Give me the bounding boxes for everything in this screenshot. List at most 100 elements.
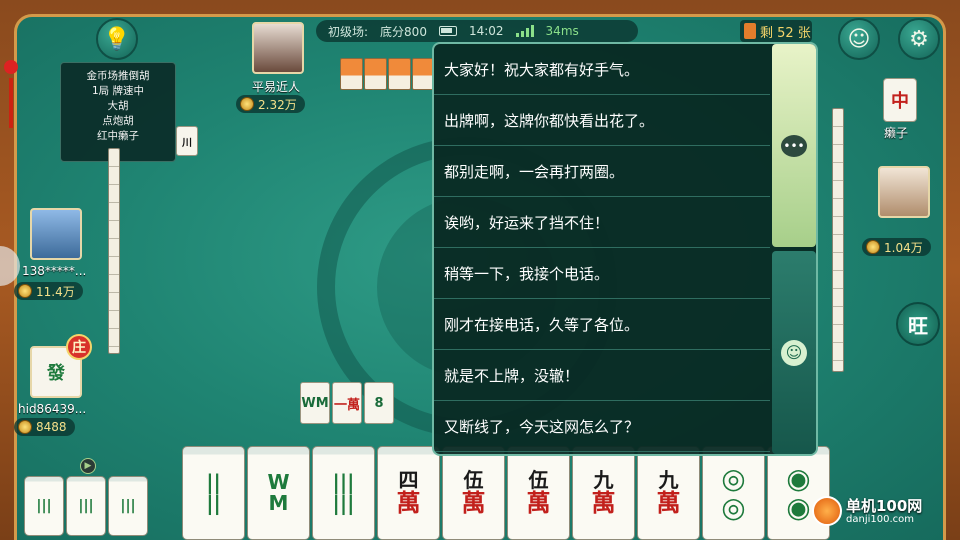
hand-tile-bottom: M <box>268 491 289 515</box>
rules-panel: 金币场推倒胡 1局 牌速中 大胡 点炮胡 红中癞子 <box>60 62 176 162</box>
play-arrow-icon: ▶ <box>80 458 96 474</box>
settings-button[interactable]: ⚙ <box>898 18 940 60</box>
right-wall <box>832 108 844 372</box>
decorative-knot <box>4 60 18 140</box>
quick-chat-item[interactable]: 大家好！祝大家都有好手气。 <box>434 44 770 95</box>
left-wall <box>108 148 120 354</box>
hand-tile-top: 四 <box>398 467 419 492</box>
hand-tile[interactable]: ||| ||| <box>312 446 375 540</box>
base-score: 底分800 <box>380 24 427 39</box>
watermark-url: danji100.com <box>846 513 914 525</box>
right-player-coins-value: 1.04万 <box>884 240 923 255</box>
rule-line: 金币场推倒胡 <box>86 70 150 82</box>
signal-icon <box>515 25 534 37</box>
hand-tile-top: 九 <box>593 467 614 492</box>
hand-tile-top: ◉ <box>786 461 811 495</box>
self-player-coins-value: 8488 <box>36 420 67 434</box>
ping-value: 34ms <box>545 24 579 38</box>
tiles-remaining: 剩 52 张 <box>740 20 812 42</box>
hand-tile-top: ||| <box>332 470 355 494</box>
hand-tile[interactable]: || || <box>182 446 245 540</box>
hint-lightbulb-button[interactable]: 💡 <box>96 18 138 60</box>
hand-tile[interactable]: ◎ ◎ <box>702 446 765 540</box>
tab-phrases[interactable]: ••• <box>772 44 816 247</box>
fa-tile-icon: 發 <box>47 363 65 384</box>
hand-tile-bottom: ◎ <box>721 491 746 524</box>
left-player-coins: 11.4万 <box>14 282 83 300</box>
quick-chat-list: 大家好！祝大家都有好手气。 出牌啊，这牌你都快看出花了。 都别走啊，一会再打两圈。诶… <box>434 44 770 454</box>
hand-tile-bottom: 萬 <box>656 488 681 517</box>
avatar-left-player[interactable] <box>30 208 82 260</box>
right-player-coins: 1.04万 <box>862 238 931 256</box>
lightbulb-icon: 💡 <box>103 26 131 52</box>
hand-tile-top: || <box>206 470 221 494</box>
hand-tile[interactable]: 伍萬 <box>507 446 570 540</box>
top-player-coins-value: 2.32万 <box>258 97 297 112</box>
laizi-label: 癞子 <box>884 126 909 140</box>
self-player-coins: 8488 <box>14 418 75 436</box>
smile-icon: ☺ <box>781 339 807 366</box>
room-info-bar: 初级场: 底分800 14:02 34ms <box>316 20 638 42</box>
quick-chat-item[interactable]: 就是不上牌，没辙！ <box>434 350 770 401</box>
hand-tile-bottom: 萬 <box>526 488 551 517</box>
quick-chat-item[interactable]: 诶哟，好运来了挡不住！ <box>434 197 770 248</box>
discard-tile: 8 <box>364 382 394 424</box>
watermark: 单机100网 danji100.com <box>812 496 922 526</box>
top-wall <box>340 58 435 90</box>
coin-icon <box>18 284 32 298</box>
coin-icon <box>240 97 254 111</box>
discard-tile: 一萬 <box>332 382 362 424</box>
hand-tile-bottom: || <box>206 491 221 515</box>
speech-bubble-icon: ••• <box>781 134 807 157</box>
meld-tile: ||| <box>24 476 64 536</box>
meld-tile: ||| <box>66 476 106 536</box>
meld-tile: ||| <box>108 476 148 536</box>
rule-line: 1局 牌速中 <box>91 85 145 97</box>
hand-tile-bottom: 萬 <box>396 488 421 517</box>
hand-tile[interactable]: 四萬 <box>377 446 440 540</box>
exposed-meld: ||| ||| ||| <box>24 476 148 536</box>
hand-tile-top: 伍 <box>463 467 484 492</box>
coin-icon <box>18 420 32 434</box>
quick-chat-item[interactable]: 稍等一下，我接个电话。 <box>434 248 770 299</box>
hand-tile-bottom: 萬 <box>591 488 616 517</box>
quick-chat-item[interactable]: 刚才在接电话，久等了各位。 <box>434 299 770 350</box>
tab-emoji[interactable]: ☺ <box>772 251 816 454</box>
hand-tile-top: 伍 <box>528 467 549 492</box>
watermark-logo <box>812 496 842 526</box>
smile-icon: ☺ <box>847 26 871 52</box>
self-player-name: hid86439... <box>18 402 87 416</box>
quick-chat-item[interactable]: 出牌啊，这牌你都快看出花了。 <box>434 95 770 146</box>
watermark-name: 单机100网 <box>846 496 923 515</box>
hand-tile[interactable]: 九萬 <box>572 446 635 540</box>
dealer-badge: 庄 <box>66 334 92 360</box>
quick-chat-panel: 大家好！祝大家都有好手气。 出牌啊，这牌你都快看出花了。 都别走啊，一会再打两圈。诶… <box>432 42 818 456</box>
emoji-button[interactable]: ☺ <box>838 18 880 60</box>
laizi-tile: 中 <box>883 78 917 122</box>
quick-chat-item[interactable]: 又断线了，今天这网怎么了？ <box>434 401 770 452</box>
discard-tile: WM <box>300 382 330 424</box>
top-player-name: 平易近人 <box>252 80 301 94</box>
room-label: 初级场: <box>328 24 369 39</box>
hand-tile-top: ◎ <box>721 461 746 495</box>
hand-tile[interactable]: 九萬 <box>637 446 700 540</box>
wang-button[interactable]: 旺 <box>896 302 940 346</box>
clock: 14:02 <box>468 24 504 38</box>
hand-tile-bottom: 萬 <box>461 488 486 517</box>
avatar-top-player[interactable] <box>252 22 304 74</box>
quick-chat-item[interactable]: 都别走啊，一会再打两圈。 <box>434 146 770 197</box>
battery-icon <box>438 26 457 36</box>
left-player-name: 138*****... <box>22 264 87 278</box>
avatar-right-player[interactable] <box>878 166 930 218</box>
hand-tile-top: 九 <box>658 467 679 492</box>
rule-line: 红中癞子 <box>97 130 139 142</box>
hand-tile[interactable]: WM <box>247 446 310 540</box>
hand-tile-bottom: ◉ <box>786 491 811 524</box>
hand-tile-bottom: ||| <box>332 491 355 515</box>
coin-icon <box>866 240 880 254</box>
left-discard-tile: 川 <box>176 126 198 156</box>
rule-line: 大胡 <box>107 100 129 112</box>
rule-line: 点炮胡 <box>102 115 134 127</box>
top-player-coins: 2.32万 <box>236 95 305 113</box>
hand-tile[interactable]: 伍萬 <box>442 446 505 540</box>
